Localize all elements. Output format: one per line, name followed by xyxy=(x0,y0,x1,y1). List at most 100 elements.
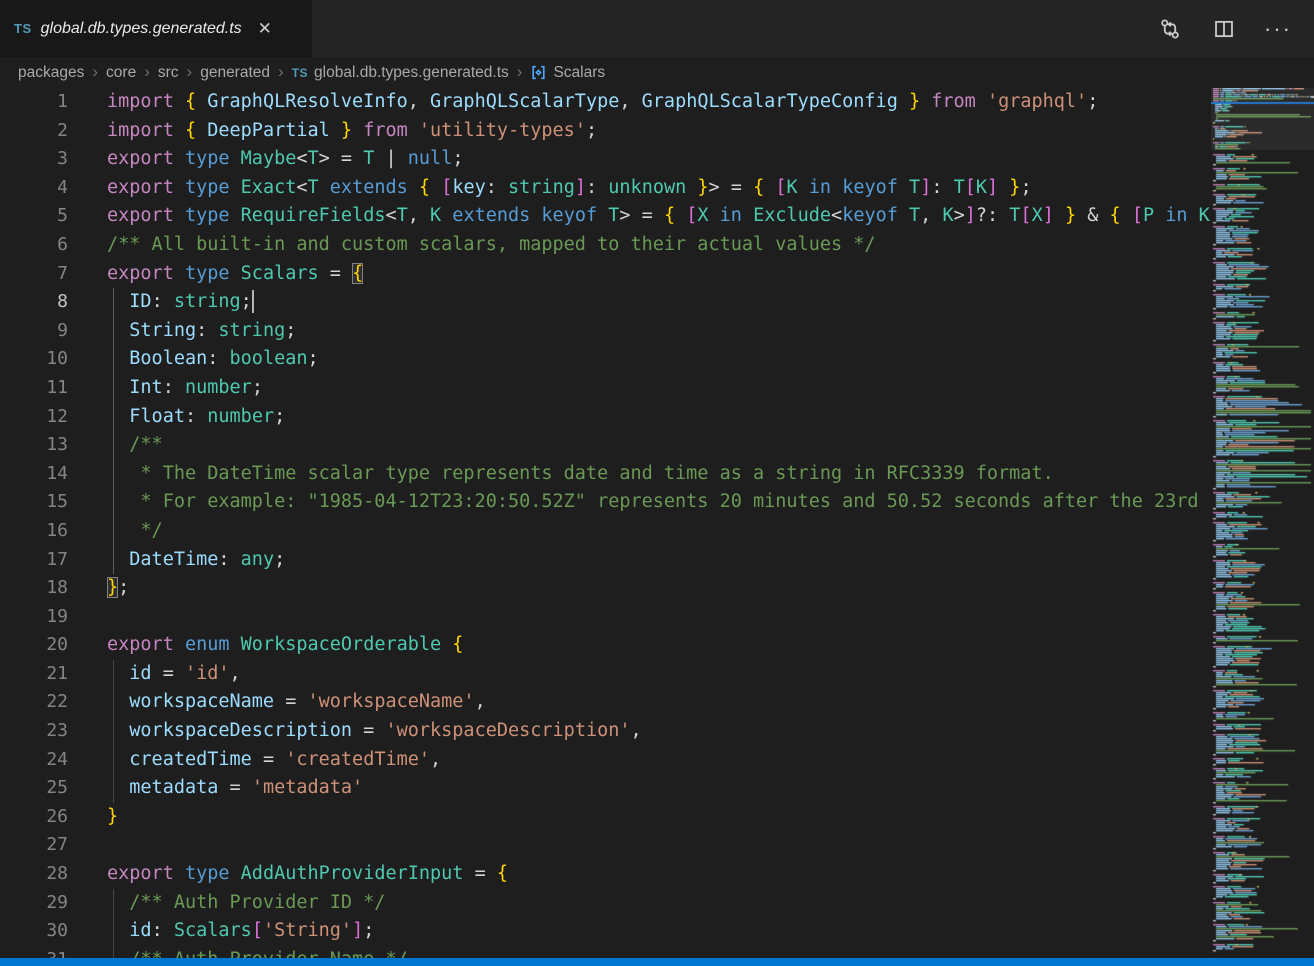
line-number-gutter[interactable]: 1234567891011121314151617181920212223242… xyxy=(0,88,68,966)
code-line-31[interactable]: /** Auth Provider Name */ xyxy=(95,946,1211,958)
indent-guide xyxy=(113,889,114,966)
tab-label: global.db.types.generated.ts xyxy=(41,20,242,38)
split-editor-icon[interactable] xyxy=(1212,17,1236,41)
tab-bar: TS global.db.types.generated.ts ✕ xyxy=(0,0,1314,57)
typescript-file-icon: TS xyxy=(14,21,32,36)
line-number-22[interactable]: 22 xyxy=(0,688,68,717)
line-number-13[interactable]: 13 xyxy=(0,431,68,460)
breadcrumb-separator: › xyxy=(92,62,98,82)
code-line-8[interactable]: ID: string; xyxy=(95,288,1211,317)
code-line-7[interactable]: export type Scalars = { xyxy=(95,260,1211,289)
breadcrumb-label: global.db.types.generated.ts xyxy=(314,64,509,82)
line-number-26[interactable]: 26 xyxy=(0,803,68,832)
code-line-18[interactable]: }; xyxy=(95,574,1211,603)
breadcrumb-label: packages xyxy=(18,64,84,82)
line-number-3[interactable]: 3 xyxy=(0,145,68,174)
line-number-17[interactable]: 17 xyxy=(0,546,68,575)
breadcrumb-label: generated xyxy=(200,64,270,82)
line-number-16[interactable]: 16 xyxy=(0,517,68,546)
line-number-7[interactable]: 7 xyxy=(0,260,68,289)
tab-global-db-types[interactable]: TS global.db.types.generated.ts ✕ xyxy=(0,0,312,57)
symbol-type-icon xyxy=(530,64,547,81)
line-number-28[interactable]: 28 xyxy=(0,860,68,889)
line-number-15[interactable]: 15 xyxy=(0,488,68,517)
code-line-6[interactable]: /** All built-in and custom scalars, map… xyxy=(95,231,1211,260)
line-number-12[interactable]: 12 xyxy=(0,403,68,432)
breadcrumb-item-core[interactable]: core xyxy=(106,64,136,82)
code-line-23[interactable]: workspaceDescription = 'workspaceDescrip… xyxy=(95,717,1211,746)
text-cursor xyxy=(252,290,254,313)
code-line-5[interactable]: export type RequireFields<T, K extends k… xyxy=(95,202,1211,231)
line-number-25[interactable]: 25 xyxy=(0,774,68,803)
breadcrumb-label: Scalars xyxy=(553,64,605,82)
more-actions-icon[interactable]: ··· xyxy=(1266,17,1290,41)
line-number-23[interactable]: 23 xyxy=(0,717,68,746)
code-line-10[interactable]: Boolean: boolean; xyxy=(95,345,1211,374)
code-line-24[interactable]: createdTime = 'createdTime', xyxy=(95,746,1211,775)
line-number-4[interactable]: 4 xyxy=(0,174,68,203)
line-number-5[interactable]: 5 xyxy=(0,202,68,231)
code-line-30[interactable]: id: Scalars['String']; xyxy=(95,917,1211,946)
status-bar[interactable] xyxy=(0,958,1314,966)
breadcrumb-separator: › xyxy=(144,62,150,82)
line-number-19[interactable]: 19 xyxy=(0,603,68,632)
line-number-24[interactable]: 24 xyxy=(0,746,68,775)
code-line-17[interactable]: DateTime: any; xyxy=(95,546,1211,575)
breadcrumb-item-generated[interactable]: generated xyxy=(200,64,270,82)
breadcrumb-label: src xyxy=(158,64,179,82)
close-tab-icon[interactable]: ✕ xyxy=(254,17,276,41)
code-line-21[interactable]: id = 'id', xyxy=(95,660,1211,689)
breadcrumb-item-packages[interactable]: packages xyxy=(18,64,84,82)
line-number-14[interactable]: 14 xyxy=(0,460,68,489)
line-number-27[interactable]: 27 xyxy=(0,831,68,860)
line-number-29[interactable]: 29 xyxy=(0,889,68,918)
line-number-30[interactable]: 30 xyxy=(0,917,68,946)
code-line-9[interactable]: String: string; xyxy=(95,317,1211,346)
line-number-21[interactable]: 21 xyxy=(0,660,68,689)
code-line-12[interactable]: Float: number; xyxy=(95,403,1211,432)
line-number-2[interactable]: 2 xyxy=(0,117,68,146)
vscode-window: TS global.db.types.generated.ts ✕ xyxy=(0,0,1314,966)
line-number-20[interactable]: 20 xyxy=(0,631,68,660)
code-line-11[interactable]: Int: number; xyxy=(95,374,1211,403)
code-line-29[interactable]: /** Auth Provider ID */ xyxy=(95,889,1211,918)
editor-actions: ··· xyxy=(1158,0,1314,57)
code-area[interactable]: import { GraphQLResolveInfo, GraphQLScal… xyxy=(95,88,1211,958)
code-line-3[interactable]: export type Maybe<T> = T | null; xyxy=(95,145,1211,174)
code-line-1[interactable]: import { GraphQLResolveInfo, GraphQLScal… xyxy=(95,88,1211,117)
line-number-1[interactable]: 1 xyxy=(0,88,68,117)
line-number-18[interactable]: 18 xyxy=(0,574,68,603)
code-line-14[interactable]: * The DateTime scalar type represents da… xyxy=(95,460,1211,489)
code-line-15[interactable]: * For example: "1985-04-12T23:20:50.52Z"… xyxy=(95,488,1211,517)
typescript-file-icon: TS xyxy=(292,66,308,80)
code-line-25[interactable]: metadata = 'metadata' xyxy=(95,774,1211,803)
code-line-13[interactable]: /** xyxy=(95,431,1211,460)
breadcrumb-separator: › xyxy=(187,62,193,82)
code-line-20[interactable]: export enum WorkspaceOrderable { xyxy=(95,631,1211,660)
breadcrumb-separator: › xyxy=(517,62,523,82)
indent-guide xyxy=(113,660,114,803)
breadcrumb-item-src[interactable]: src xyxy=(158,64,179,82)
line-number-10[interactable]: 10 xyxy=(0,345,68,374)
line-number-11[interactable]: 11 xyxy=(0,374,68,403)
breadcrumb-item-global-db-types-generated-ts[interactable]: TS global.db.types.generated.ts xyxy=(292,64,509,82)
code-line-27[interactable] xyxy=(95,831,1211,860)
line-number-6[interactable]: 6 xyxy=(0,231,68,260)
code-line-26[interactable]: } xyxy=(95,803,1211,832)
indent-guide xyxy=(113,288,114,574)
code-line-16[interactable]: */ xyxy=(95,517,1211,546)
breadcrumb-item-scalars[interactable]: Scalars xyxy=(530,64,605,82)
code-line-28[interactable]: export type AddAuthProviderInput = { xyxy=(95,860,1211,889)
minimap[interactable] xyxy=(1211,88,1314,958)
open-changes-icon[interactable] xyxy=(1158,17,1182,41)
line-number-9[interactable]: 9 xyxy=(0,317,68,346)
breadcrumb-separator: › xyxy=(278,62,284,82)
breadcrumb: packages › core › src › generated › TS global.db.… xyxy=(0,57,1314,88)
editor-pane[interactable]: 1234567891011121314151617181920212223242… xyxy=(0,88,1314,958)
code-line-2[interactable]: import { DeepPartial } from 'utility-typ… xyxy=(95,117,1211,146)
code-line-22[interactable]: workspaceName = 'workspaceName', xyxy=(95,688,1211,717)
breadcrumb-label: core xyxy=(106,64,136,82)
code-line-19[interactable] xyxy=(95,603,1211,632)
code-line-4[interactable]: export type Exact<T extends { [key: stri… xyxy=(95,174,1211,203)
line-number-8[interactable]: 8 xyxy=(0,288,68,317)
